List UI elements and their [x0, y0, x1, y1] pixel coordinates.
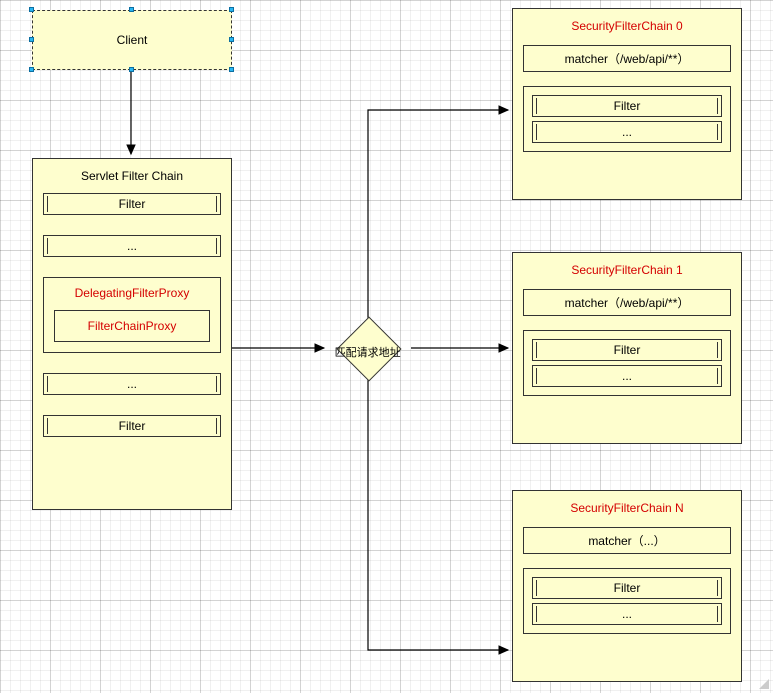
resize-handle-icon[interactable]: [29, 67, 34, 72]
matcher-row: matcher（/web/api/**）: [523, 289, 731, 316]
client-label: Client: [117, 33, 148, 47]
ellipsis-row: ...: [43, 235, 221, 257]
delegating-filter-proxy-node[interactable]: DelegatingFilterProxy FilterChainProxy: [43, 277, 221, 353]
servlet-chain-title: Servlet Filter Chain: [81, 169, 183, 183]
matcher-row: matcher（...）: [523, 527, 731, 554]
resize-handle-icon[interactable]: [129, 7, 134, 12]
resize-handle-icon[interactable]: [229, 67, 234, 72]
sfc0-title: SecurityFilterChain 0: [571, 19, 682, 33]
filter-group: Filter ...: [523, 86, 731, 152]
delegating-title: DelegatingFilterProxy: [75, 286, 190, 300]
filter-row: Filter: [532, 95, 722, 117]
client-node[interactable]: Client: [32, 10, 232, 70]
security-filter-chain-1-node[interactable]: SecurityFilterChain 1 matcher（/web/api/*…: [512, 252, 742, 444]
security-filter-chain-n-node[interactable]: SecurityFilterChain N matcher（...） Filte…: [512, 490, 742, 682]
filter-row: Filter: [532, 577, 722, 599]
resize-handle-icon[interactable]: [229, 37, 234, 42]
filter-row: Filter: [43, 193, 221, 215]
matcher-row: matcher（/web/api/**）: [523, 45, 731, 72]
filter-row: Filter: [532, 339, 722, 361]
sfcn-title: SecurityFilterChain N: [570, 501, 683, 515]
ellipsis-row: ...: [532, 121, 722, 143]
sfc1-title: SecurityFilterChain 1: [571, 263, 682, 277]
ellipsis-row: ...: [532, 365, 722, 387]
ellipsis-row: ...: [532, 603, 722, 625]
page-fold-icon: [759, 679, 769, 689]
servlet-filter-chain-node[interactable]: Servlet Filter Chain Filter ... Delegati…: [32, 158, 232, 510]
decision-label: 匹配请求地址: [323, 344, 413, 360]
resize-handle-icon[interactable]: [229, 7, 234, 12]
filter-row: Filter: [43, 415, 221, 437]
resize-handle-icon[interactable]: [29, 7, 34, 12]
filter-group: Filter ...: [523, 330, 731, 396]
filter-group: Filter ...: [523, 568, 731, 634]
resize-handle-icon[interactable]: [29, 37, 34, 42]
resize-handle-icon[interactable]: [129, 67, 134, 72]
ellipsis-row: ...: [43, 373, 221, 395]
security-filter-chain-0-node[interactable]: SecurityFilterChain 0 matcher（/web/api/*…: [512, 8, 742, 200]
filter-chain-proxy-node[interactable]: FilterChainProxy: [54, 310, 210, 342]
